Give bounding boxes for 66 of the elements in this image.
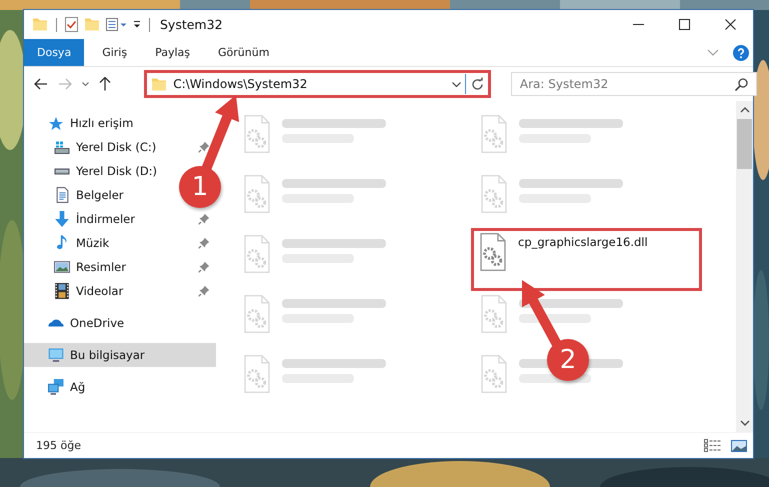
sidebar-item[interactable]: Belgeler (76, 188, 124, 202)
folder-icon (151, 78, 168, 90)
sidebar-item[interactable]: Müzik (76, 236, 110, 250)
dll-file-icon (242, 115, 272, 153)
file-tile[interactable]: cp_graphicslarge16.dll (471, 228, 702, 291)
checklist-icon[interactable] (65, 17, 78, 32)
chevron-down-icon[interactable] (452, 82, 461, 86)
item-count: 195 öğe (36, 439, 81, 452)
dll-file-icon (478, 233, 508, 271)
sidebar-item[interactable]: İndirmeler (76, 212, 135, 226)
large-icons-view-icon[interactable] (731, 440, 747, 452)
maximize-icon[interactable] (678, 19, 690, 30)
film-strip-icon (55, 283, 69, 299)
dll-file-icon (479, 115, 509, 153)
minimize-icon[interactable] (632, 24, 644, 25)
dll-file-icon (242, 175, 272, 213)
chevron-down-icon[interactable] (740, 420, 750, 426)
download-arrow-icon (55, 211, 69, 227)
ribbon-tab[interactable]: Dosya (24, 39, 84, 66)
properties-icon[interactable] (106, 18, 127, 31)
dll-file-icon (242, 235, 272, 273)
details-view-icon[interactable] (704, 439, 721, 452)
cloud-icon (48, 319, 64, 327)
network-icon (48, 379, 64, 395)
drive-icon (54, 168, 70, 174)
dropdown-icon[interactable] (133, 21, 141, 28)
help-icon[interactable] (733, 44, 749, 60)
drive-icon (54, 140, 70, 154)
ribbon-tab[interactable]: Paylaş (141, 39, 204, 66)
sidebar-item[interactable]: Bu bilgisayar (24, 343, 216, 367)
star-icon (48, 116, 64, 130)
window-title: System32 (160, 17, 223, 32)
pin-icon[interactable] (198, 261, 210, 273)
dll-file-icon (242, 355, 272, 393)
address-bar[interactable]: C:\Windows\System32 (144, 70, 491, 98)
ribbon-tab[interactable]: Görünüm (204, 39, 284, 66)
sidebar-item[interactable]: Yerel Disk (C:) (76, 140, 156, 154)
sidebar-item[interactable]: Yerel Disk (D:) (76, 164, 158, 178)
dll-file-icon (479, 175, 509, 213)
pin-icon[interactable] (198, 141, 210, 153)
ribbon-tab[interactable]: Giriş (88, 39, 142, 66)
sidebar-item[interactable]: OneDrive (70, 316, 124, 330)
scroll-thumb[interactable] (737, 119, 752, 169)
pin-icon[interactable] (198, 285, 210, 297)
file-name: cp_graphicslarge16.dll (518, 235, 648, 249)
sidebar-item[interactable]: Ağ (70, 380, 86, 394)
sidebar-item[interactable]: Hızlı erişim (70, 116, 134, 130)
scrollbar[interactable] (736, 101, 753, 432)
sidebar-item[interactable]: Videolar (76, 284, 124, 298)
up-arrow-icon[interactable] (99, 77, 111, 91)
refresh-icon[interactable] (470, 77, 484, 91)
dll-file-icon (242, 295, 272, 333)
pin-icon[interactable] (198, 213, 210, 225)
pin-icon[interactable] (198, 237, 210, 249)
close-icon[interactable] (724, 19, 736, 30)
chevron-up-icon[interactable] (740, 107, 750, 113)
music-note-icon (56, 235, 68, 251)
dll-file-icon (479, 355, 509, 393)
sidebar-item[interactable]: Resimler (76, 260, 126, 274)
back-arrow-icon[interactable] (34, 78, 48, 90)
dll-file-icon (479, 295, 509, 333)
monitor-icon (48, 348, 64, 362)
picture-icon (54, 261, 70, 273)
search-field[interactable]: Ara: System32 (510, 72, 757, 96)
chevron-down-icon[interactable] (82, 82, 89, 86)
document-icon (56, 187, 68, 203)
